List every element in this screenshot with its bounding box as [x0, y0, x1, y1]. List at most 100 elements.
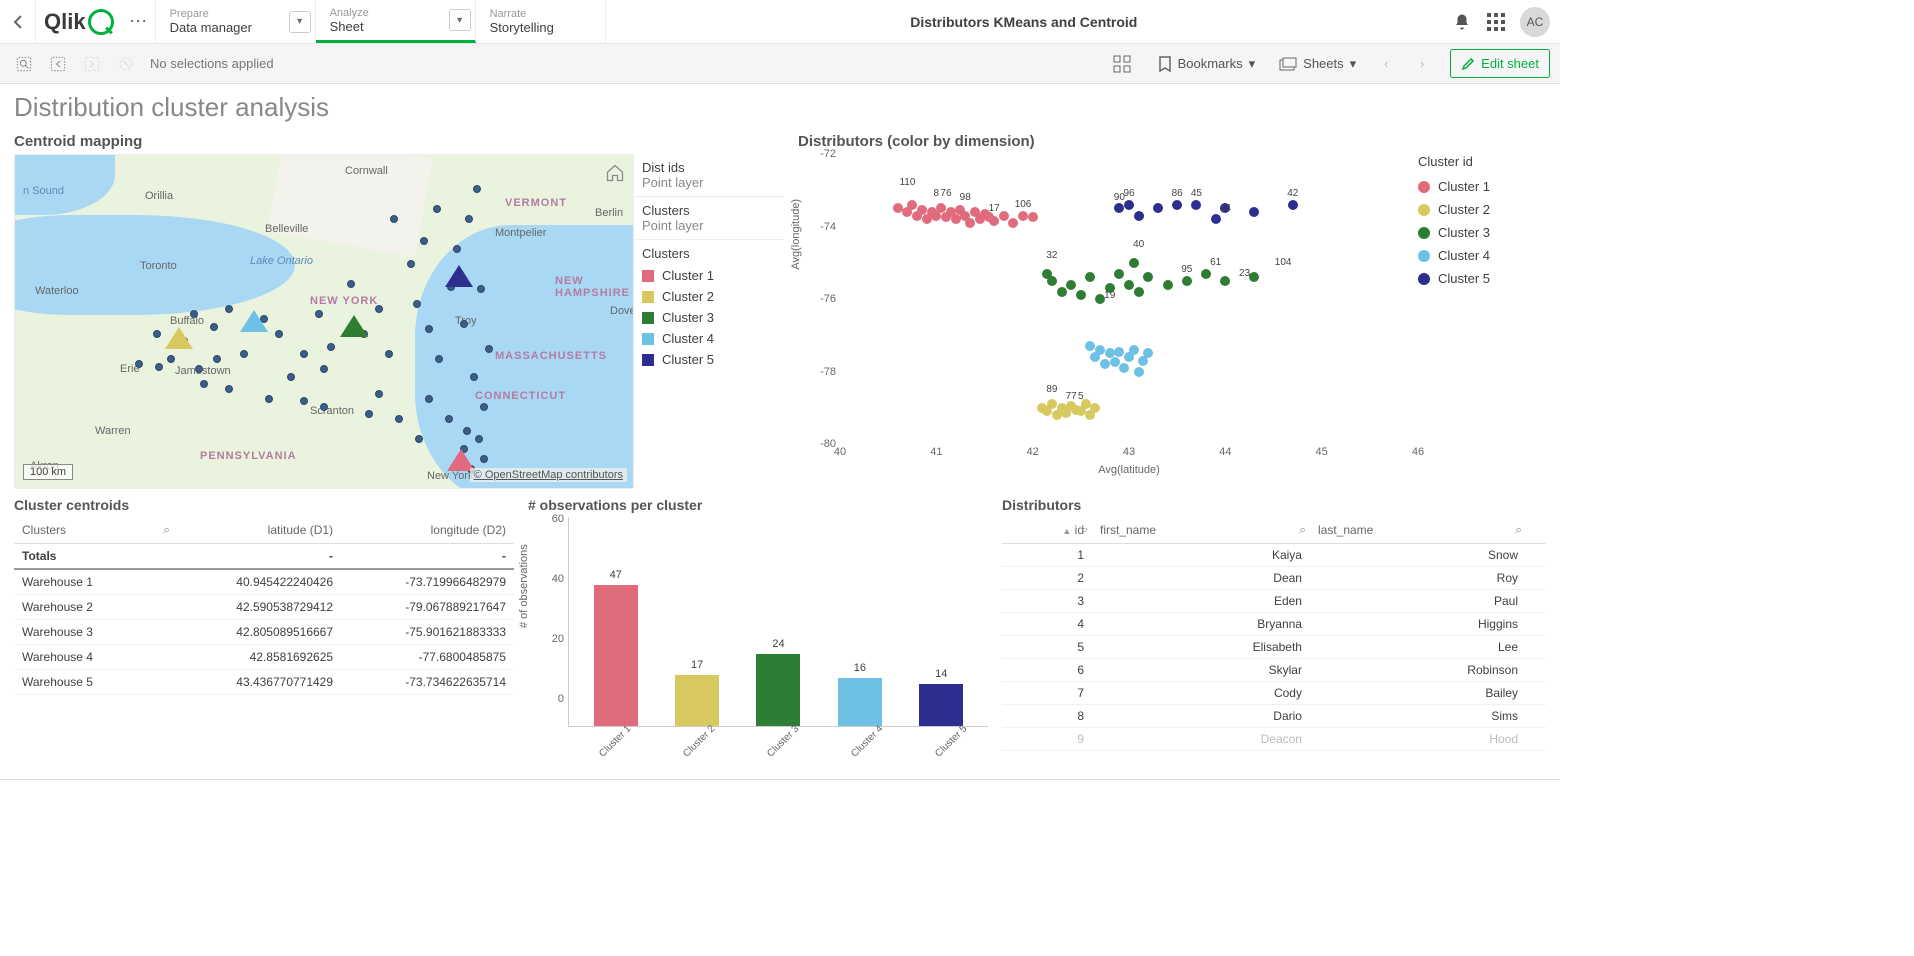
legend-dist-ids[interactable]: Dist ids Point layer [634, 154, 784, 197]
table-row[interactable]: Warehouse 342.805089516667-75.9016218833… [14, 620, 514, 645]
legend-item[interactable]: Cluster 1 [642, 265, 776, 286]
observations-panel: # observations per cluster # of observat… [528, 497, 988, 751]
centroid-mapping-title: Centroid mapping [14, 133, 784, 150]
centroid-cluster-3 [340, 315, 368, 337]
table-row[interactable]: 6SkylarRobinson [1002, 659, 1546, 682]
scatter-chart[interactable]: Avg(longitude) -72-74-76-78-80 Avg(latit… [798, 154, 1418, 474]
nav-narrate-main: Storytelling [490, 20, 565, 35]
nav-analyze-sub: Analyze [330, 7, 435, 19]
chevron-down-icon[interactable]: ▾ [289, 11, 311, 33]
map-attribution: © OpenStreetMap contributors [470, 468, 627, 482]
distributors-panel: Distributors ▲ id⌕ first_name⌕ last_name… [1002, 497, 1546, 751]
distributors-table[interactable]: ▲ id⌕ first_name⌕ last_name⌕ 1KaiyaSnow2… [1002, 517, 1546, 751]
back-button[interactable] [0, 0, 36, 43]
table-row[interactable]: 1KaiyaSnow [1002, 544, 1546, 567]
legend-item[interactable]: Cluster 4 [1418, 244, 1538, 267]
centroid-cluster-4 [240, 310, 268, 332]
clear-selections-icon [112, 50, 140, 78]
legend-clusters-layer[interactable]: Clusters Point layer [634, 197, 784, 240]
search-icon[interactable]: ⌕ [1299, 523, 1306, 538]
user-avatar[interactable]: AC [1520, 7, 1550, 37]
y-axis: Avg(longitude) -72-74-76-78-80 [798, 154, 840, 444]
chevron-left-icon [13, 15, 23, 29]
nav-analyze-main: Sheet [330, 19, 435, 34]
centroids-title: Cluster centroids [14, 497, 514, 513]
search-icon[interactable]: ⌕ [1515, 523, 1522, 538]
nav-prepare-sub: Prepare [170, 8, 275, 20]
scatter-panel: Distributors (color by dimension) Avg(lo… [798, 133, 1546, 489]
scatter-title: Distributors (color by dimension) [798, 133, 1546, 150]
centroid-cluster-2 [165, 327, 193, 349]
next-sheet-button[interactable]: › [1408, 50, 1436, 78]
table-totals-row: Totals-- [14, 544, 514, 570]
chevron-down-icon[interactable]: ▾ [449, 9, 471, 31]
prev-sheet-button[interactable]: ‹ [1372, 50, 1400, 78]
step-forward-icon [78, 50, 106, 78]
sheets-icon [1279, 57, 1297, 71]
notifications-icon[interactable] [1452, 12, 1472, 32]
table-row[interactable]: Warehouse 442.8581692625-77.6800485875 [14, 645, 514, 670]
bookmarks-dropdown[interactable]: Bookmarks ▾ [1150, 51, 1264, 77]
bar-chart[interactable]: # of observations 0204060 4717241614 [528, 517, 988, 727]
top-right: AC [1442, 0, 1560, 43]
nav-prepare[interactable]: Prepare Data manager ▾ [156, 0, 316, 43]
qlik-logo: Qlik [36, 0, 122, 43]
nav-analyze[interactable]: Analyze Sheet ▾ [316, 0, 476, 43]
legend-clusters-colors: Clusters Cluster 1 Cluster 2 Cluster 3 C… [634, 240, 784, 376]
sheet-title: Distribution cluster analysis [14, 92, 1546, 123]
table-row[interactable]: 3EdenPaul [1002, 590, 1546, 613]
apps-grid-icon[interactable] [1486, 12, 1506, 32]
observations-title: # observations per cluster [528, 497, 988, 513]
sheets-dropdown[interactable]: Sheets ▾ [1271, 51, 1364, 77]
table-row[interactable]: Warehouse 140.945422240426-73.7199664829… [14, 569, 514, 595]
search-icon[interactable]: ⌕ [1081, 523, 1088, 538]
legend-item[interactable]: Cluster 4 [642, 328, 776, 349]
table-row[interactable]: 8DarioSims [1002, 705, 1546, 728]
legend-item[interactable]: Cluster 3 [1418, 221, 1538, 244]
step-back-icon[interactable] [44, 50, 72, 78]
sheets-label: Sheets [1303, 56, 1343, 71]
edit-sheet-label: Edit sheet [1481, 56, 1539, 71]
table-row[interactable]: 5ElisabethLee [1002, 636, 1546, 659]
legend-item[interactable]: Cluster 2 [1418, 198, 1538, 221]
table-row[interactable]: 9DeaconHood [1002, 728, 1546, 751]
legend-item[interactable]: Cluster 2 [642, 286, 776, 307]
smart-search-icon[interactable] [10, 50, 38, 78]
legend-item[interactable]: Cluster 5 [642, 349, 776, 370]
nav-prepare-main: Data manager [170, 20, 275, 35]
app-title: Distributors KMeans and Centroid [606, 0, 1442, 43]
table-row[interactable]: Warehouse 242.590538729412-79.0678892176… [14, 595, 514, 620]
chevron-down-icon: ▾ [1249, 56, 1256, 72]
nav-narrate[interactable]: Narrate Storytelling [476, 0, 606, 43]
top-bar: Qlik ⋯ Prepare Data manager ▾ Analyze Sh… [0, 0, 1560, 44]
search-icon[interactable]: ⌕ [163, 523, 170, 538]
table-row[interactable]: 2DeanRoy [1002, 567, 1546, 590]
legend-item[interactable]: Cluster 1 [1418, 175, 1538, 198]
selection-toolbar: No selections applied Bookmarks ▾ Sheets… [0, 44, 1560, 84]
home-icon[interactable] [605, 163, 625, 186]
table-row[interactable]: 7CodyBailey [1002, 682, 1546, 705]
insight-advisor-icon[interactable] [1108, 50, 1136, 78]
legend-item[interactable]: Cluster 3 [642, 307, 776, 328]
table-row[interactable]: Warehouse 543.436770771429-73.7346226357… [14, 670, 514, 695]
bookmark-icon [1158, 56, 1172, 72]
scatter-legend: Cluster id Cluster 1 Cluster 2 Cluster 3… [1418, 154, 1538, 474]
centroid-mapping-panel: Centroid mapping n Sound Orillia Bellevi… [14, 133, 784, 489]
chevron-down-icon: ▾ [1350, 56, 1357, 72]
logo-text: Qlik [44, 9, 86, 35]
legend-item[interactable]: Cluster 5 [1418, 267, 1538, 290]
centroid-cluster-5 [445, 265, 473, 287]
edit-sheet-button[interactable]: Edit sheet [1450, 49, 1550, 78]
x-axis: Avg(latitude) 40414243444546 [840, 444, 1418, 474]
no-selections-label: No selections applied [150, 56, 274, 71]
centroids-table[interactable]: Clusters⌕ latitude (D1) longitude (D2) T… [14, 517, 514, 695]
map-chart[interactable]: n Sound Orillia Belleville Cornwall VERM… [14, 154, 634, 489]
map-scale: 100 km [23, 464, 73, 480]
logo-q-icon [88, 9, 114, 35]
table-row[interactable]: 4BryannaHiggins [1002, 613, 1546, 636]
more-menu[interactable]: ⋯ [122, 0, 156, 43]
sheet-body: Distribution cluster analysis Centroid m… [0, 84, 1560, 759]
map-legend: Dist ids Point layer Clusters Point laye… [634, 154, 784, 489]
nav-narrate-sub: Narrate [490, 8, 565, 20]
pencil-icon [1461, 57, 1475, 71]
